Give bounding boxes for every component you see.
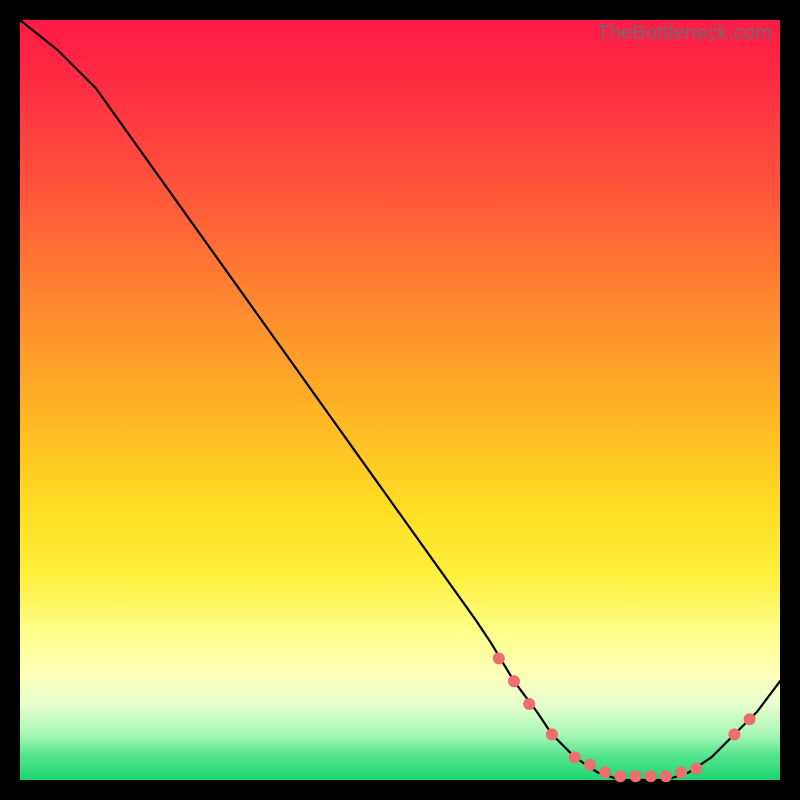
- curve-marker: [660, 770, 672, 782]
- curve-marker: [744, 713, 756, 725]
- curve-marker: [569, 751, 581, 763]
- curve-marker: [630, 770, 642, 782]
- chart-frame: TheBottleneck.com: [0, 0, 800, 800]
- plot-area: TheBottleneck.com: [20, 20, 780, 780]
- curve-marker: [645, 770, 657, 782]
- curve-marker: [546, 728, 558, 740]
- marker-group: [493, 652, 756, 782]
- curve-marker: [584, 759, 596, 771]
- curve-marker: [508, 675, 520, 687]
- curve-marker: [599, 766, 611, 778]
- curve-marker: [614, 770, 626, 782]
- curve-marker: [728, 728, 740, 740]
- bottleneck-curve: [20, 20, 780, 780]
- curve-marker: [690, 763, 702, 775]
- curve-marker: [675, 766, 687, 778]
- curve-marker: [493, 652, 505, 664]
- curve-marker: [523, 698, 535, 710]
- curve-svg: [20, 20, 780, 780]
